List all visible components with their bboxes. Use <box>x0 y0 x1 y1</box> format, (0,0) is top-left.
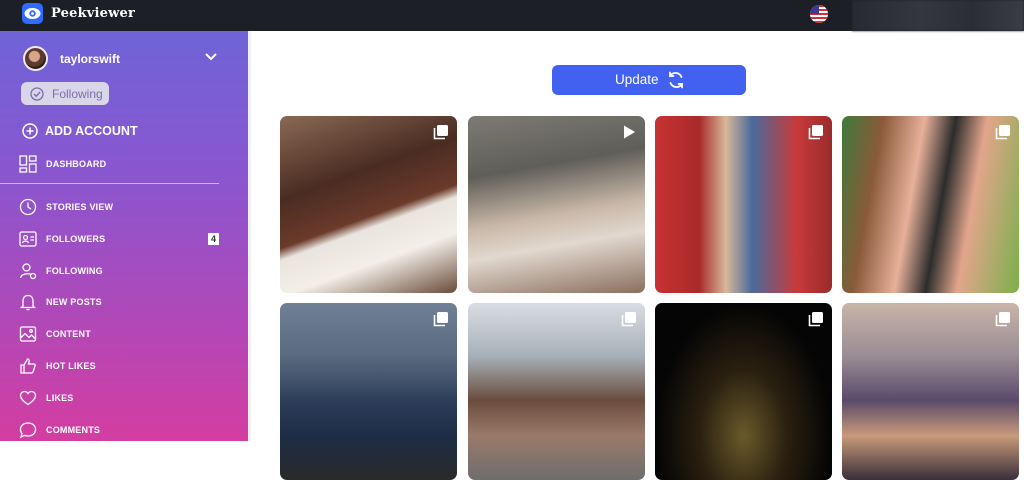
followers-icon <box>19 231 37 247</box>
multiple-photos-icon <box>621 312 636 327</box>
sidebar-item-label: DASHBOARD <box>46 159 107 169</box>
sidebar-item-label: COMMENTS <box>46 425 101 435</box>
update-button[interactable]: Update <box>552 65 746 95</box>
add-account-label: ADD ACCOUNT <box>45 124 138 138</box>
following-icon <box>19 263 37 280</box>
post-thumbnail[interactable] <box>655 116 832 293</box>
multiple-photos-icon <box>995 312 1010 327</box>
avatar[interactable] <box>23 46 48 71</box>
followers-count-badge: 4 <box>208 233 219 245</box>
post-thumbnail[interactable] <box>842 303 1019 480</box>
multiple-photos-icon <box>433 125 448 140</box>
update-label: Update <box>615 72 659 87</box>
plus-circle-icon <box>22 123 38 139</box>
following-label: Following <box>52 87 103 101</box>
sidebar-item-stories-view[interactable]: STORIES VIEW <box>19 198 229 218</box>
post-thumbnail[interactable] <box>468 116 645 293</box>
following-button[interactable]: Following <box>21 82 109 105</box>
sidebar-item-likes[interactable]: LIKES <box>19 389 229 409</box>
sidebar-item-label: LIKES <box>46 393 74 403</box>
post-thumbnail[interactable] <box>468 303 645 480</box>
chevron-down-icon[interactable] <box>205 53 217 61</box>
sidebar-item-label: NEW POSTS <box>46 297 102 307</box>
comment-icon <box>19 422 37 439</box>
eye-logo-icon[interactable] <box>22 3 43 24</box>
sidebar-item-comments[interactable]: COMMENTS <box>19 421 229 441</box>
post-thumbnail[interactable] <box>280 303 457 480</box>
image-icon <box>19 326 37 342</box>
us-flag-icon[interactable] <box>810 5 828 23</box>
heart-icon <box>19 390 37 406</box>
top-bar: Peekviewer <box>0 0 1024 31</box>
post-thumbnail[interactable] <box>842 116 1019 293</box>
multiple-photos-icon <box>433 312 448 327</box>
post-thumbnail[interactable] <box>655 303 832 480</box>
sidebar-divider <box>0 183 219 184</box>
sidebar-item-hot-likes[interactable]: HOT LIKES <box>19 357 229 377</box>
sidebar-item-content[interactable]: CONTENT <box>19 325 229 345</box>
profile-username[interactable]: taylorswift <box>60 52 120 66</box>
multiple-photos-icon <box>995 125 1010 140</box>
multiple-photos-icon <box>808 312 823 327</box>
play-icon <box>624 125 635 139</box>
bell-icon <box>19 294 37 311</box>
sidebar-item-label: FOLLOWERS <box>46 234 106 244</box>
app-name[interactable]: Peekviewer <box>51 6 135 21</box>
check-circle-icon <box>30 87 44 101</box>
sidebar-item-label: HOT LIKES <box>46 361 96 371</box>
post-thumbnail[interactable] <box>280 116 457 293</box>
sidebar-item-new-posts[interactable]: NEW POSTS <box>19 293 229 313</box>
dashboard-icon <box>19 155 37 173</box>
sidebar-item-label: STORIES VIEW <box>46 202 114 212</box>
multiple-photos-icon <box>808 125 823 140</box>
account-area-blurred[interactable] <box>852 0 1024 31</box>
thumbs-up-icon <box>20 358 36 374</box>
refresh-icon <box>669 71 683 89</box>
sidebar-item-label: FOLLOWING <box>46 266 103 276</box>
sidebar-item-dashboard[interactable]: DASHBOARD <box>19 155 229 175</box>
sidebar-item-label: CONTENT <box>46 329 91 339</box>
sidebar-item-followers[interactable]: FOLLOWERS 4 <box>19 230 229 250</box>
clock-icon <box>19 198 37 216</box>
sidebar-item-following[interactable]: FOLLOWING <box>19 262 229 282</box>
sidebar: taylorswift Following ADD ACCOUNT DASHBO… <box>0 31 248 441</box>
sidebar-edge <box>248 31 251 441</box>
